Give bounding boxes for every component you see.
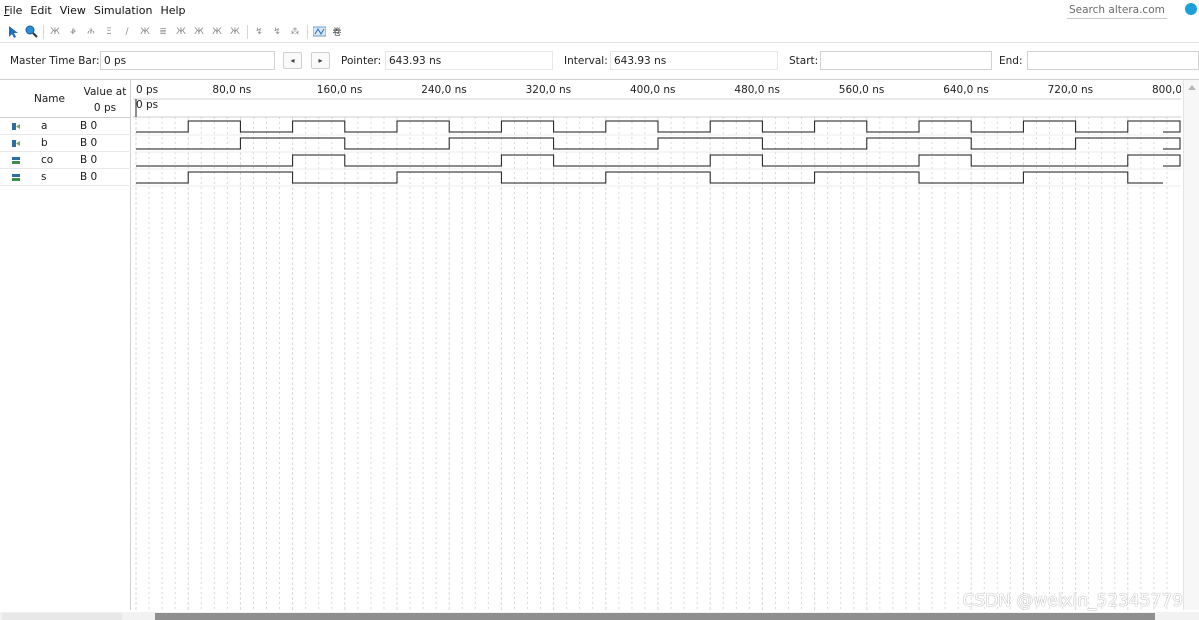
globe-icon[interactable] [1185, 3, 1197, 15]
pointer-label: Pointer: [341, 55, 382, 67]
menu-simulation-label: Simulation [93, 3, 153, 17]
value-column-header[interactable]: Value at 0 ps [80, 84, 130, 116]
toolbar: Ж ቆ ሕ Ξ ∕ Ж ≣ Ж Ж Ж Ж ↯ ↯ ⁂ 卷 [0, 21, 1199, 43]
clock-value-icon[interactable]: ≣ [156, 25, 170, 39]
start-label: Start: [789, 55, 819, 67]
scroll-up-icon[interactable] [1188, 85, 1196, 90]
time-tick-label: 640,0 ns [943, 84, 989, 96]
time-tick-label: 0 ps [136, 84, 158, 96]
scrollbar-thumb[interactable] [155, 613, 1155, 620]
menu-simulation[interactable]: Simulation [90, 4, 157, 17]
master-time-bar-label: Master Time Bar: [10, 55, 100, 67]
menu-view[interactable]: View [56, 4, 90, 17]
overwrite-clock-icon[interactable]: Ж [210, 25, 224, 39]
invert-icon[interactable]: ∕ [120, 25, 134, 39]
forcing-low-icon[interactable]: Ж [48, 25, 62, 39]
menu-help-label: Help [160, 3, 186, 17]
grid-settings-icon[interactable]: 卷 [330, 25, 344, 39]
cursor-time-label: 0 ps [136, 99, 158, 111]
value-header-line1: Value at [83, 86, 127, 98]
signal-row-a[interactable]: a B 0 [0, 118, 131, 135]
menu-help[interactable]: Help [156, 4, 189, 17]
interval-field: 643.93 ns [610, 51, 778, 70]
menu-edit[interactable]: Edit [26, 4, 55, 17]
interval-label: Interval: [564, 55, 608, 67]
time-tick-label: 320,0 ns [526, 84, 572, 96]
time-tick-label: 560,0 ns [839, 84, 885, 96]
time-tick-label: 720,0 ns [1048, 84, 1094, 96]
signal-name: s [41, 171, 47, 183]
output-pin-icon [12, 174, 20, 181]
signal-value: B 0 [80, 154, 98, 166]
input-pin-icon [12, 140, 20, 147]
menu-bar: File Edit View Simulation Help Search al… [0, 0, 1199, 20]
waveform-svg: 0 ps 80,0 ns 160,0 ns 240,0 ns 320,0 ns 400,0… [133, 84, 1181, 610]
time-tick-label: 400,0 ns [630, 84, 676, 96]
end-field[interactable] [1027, 51, 1199, 70]
signal-name: b [41, 137, 48, 149]
toolbar-separator [247, 24, 248, 39]
search-input[interactable]: Search altera.com [1067, 2, 1167, 19]
next-transition-button[interactable]: ▸ [311, 52, 330, 69]
snap-to-grid-icon[interactable] [312, 25, 326, 39]
signal-row-s[interactable]: s B 0 [0, 169, 131, 186]
menu-view-label: View [59, 3, 86, 17]
zoom-tool-icon[interactable] [24, 25, 38, 39]
end-label: End: [999, 55, 1023, 67]
signal-name: co [41, 154, 54, 166]
watermark: CSDN @weixin_52345779 [962, 591, 1183, 611]
signal-row-b[interactable]: b B 0 [0, 135, 131, 152]
forcing-unknown-icon[interactable]: ሕ [84, 25, 98, 39]
pointer-field: 643.93 ns [385, 51, 553, 70]
input-pin-icon [12, 123, 20, 130]
run-functional-sim-icon[interactable]: ↯ [252, 25, 266, 39]
signal-name: a [41, 120, 48, 132]
time-tick-label: 480,0 ns [734, 84, 780, 96]
time-tick-label: 160,0 ns [317, 84, 363, 96]
waveform-window: Name Value at 0 ps a B 0 b B 0 co B 0 s … [0, 79, 1199, 620]
toolbar-separator [43, 24, 44, 39]
name-column-header[interactable]: Name [34, 93, 65, 105]
left-panel-scrollbar[interactable] [2, 613, 122, 620]
signal-waveform-s [136, 171, 1163, 184]
overwrite-count-icon[interactable]: Ж [228, 25, 242, 39]
time-tick-label: 240,0 ns [421, 84, 467, 96]
forcing-z-icon[interactable]: Ξ [102, 25, 116, 39]
menu-edit-label: Edit [30, 3, 52, 17]
output-pin-icon [12, 157, 20, 164]
time-tick-label: 80,0 ns [212, 84, 251, 96]
master-time-bar-field[interactable]: 0 ps [100, 51, 275, 70]
previous-transition-button[interactable]: ◂ [283, 52, 302, 69]
signal-list-panel: Name Value at 0 ps a B 0 b B 0 co B 0 s … [0, 80, 131, 610]
signal-row-co[interactable]: co B 0 [0, 152, 131, 169]
toolbar-separator [307, 24, 308, 39]
run-timing-sim-icon[interactable]: ↯ [270, 25, 284, 39]
generate-netlist-icon[interactable]: ⁂ [288, 25, 302, 39]
menu-file[interactable]: File [0, 4, 26, 17]
start-field[interactable] [820, 51, 992, 70]
value-header-line2: 0 ps [93, 102, 117, 114]
random-value-icon[interactable]: Ж [174, 25, 188, 39]
signal-value: B 0 [80, 171, 98, 183]
arbitrary-value-icon[interactable]: Ж [192, 25, 206, 39]
count-value-icon[interactable]: Ж [138, 25, 152, 39]
waveform-canvas[interactable]: 0 ps 80,0 ns 160,0 ns 240,0 ns 320,0 ns 400,0… [133, 80, 1181, 610]
signal-waveform-a [136, 120, 1181, 133]
selection-tool-icon[interactable] [6, 25, 20, 39]
signal-value: B 0 [80, 120, 98, 132]
time-bar: Master Time Bar: 0 ps ◂ ▸ Pointer: 643.9… [0, 51, 1199, 71]
time-tick-label: 800,0 ns [1152, 84, 1181, 96]
vertical-scrollbar[interactable] [1183, 80, 1199, 610]
signal-value: B 0 [80, 137, 98, 149]
forcing-high-icon[interactable]: ቆ [66, 25, 80, 39]
menu-file-label: ile [9, 3, 23, 17]
horizontal-scrollbar[interactable] [0, 612, 1199, 620]
